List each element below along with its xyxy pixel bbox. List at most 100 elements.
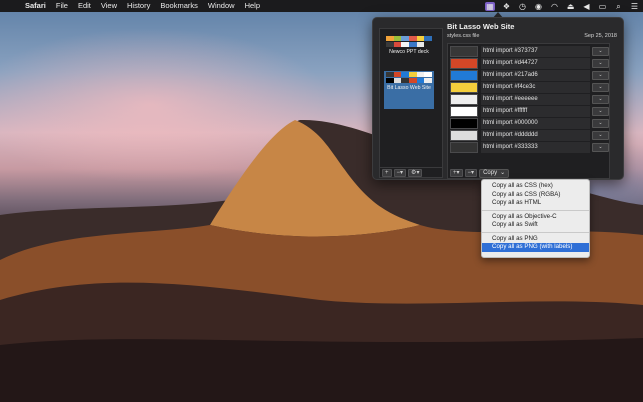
color-label[interactable]: html import #217ad6: [481, 70, 590, 81]
menu-app-name[interactable]: Safari: [20, 0, 51, 12]
add-color-button[interactable]: +▾: [450, 169, 463, 177]
eject-icon[interactable]: ⏏: [566, 2, 575, 11]
doc-card-newco[interactable]: Newco PPT deck: [384, 35, 434, 65]
color-picker-dropdown[interactable]: ⌄: [592, 107, 609, 116]
color-label[interactable]: html import #d44727: [481, 58, 590, 69]
color-row[interactable]: html import #eeeeee ⌄: [450, 94, 609, 105]
remove-document-button[interactable]: −▾: [393, 168, 407, 177]
doc-name: Bit Lasso Web Site: [387, 85, 431, 91]
add-document-button[interactable]: +: [382, 168, 392, 177]
color-row[interactable]: html import #dddddd ⌄: [450, 130, 609, 141]
doc-name: Newco PPT deck: [389, 49, 429, 55]
color-chip[interactable]: [450, 70, 478, 81]
color-row[interactable]: html import #ffffff ⌄: [450, 106, 609, 117]
menu-item-copy-css-rgba[interactable]: Copy all as CSS (RGBA): [482, 191, 589, 200]
swatch-cell: [393, 72, 402, 77]
color-picker-dropdown[interactable]: ⌄: [592, 95, 609, 104]
palette-title: Bit Lasso Web Site: [447, 22, 515, 31]
menu-bookmarks[interactable]: Bookmarks: [155, 0, 203, 12]
swatch-cell: [416, 36, 425, 41]
menu-view[interactable]: View: [96, 0, 122, 12]
swatch-cell: [401, 72, 410, 77]
menu-item-copy-png-labels[interactable]: Copy all as PNG (with labels): [482, 243, 589, 252]
dropbox-icon[interactable]: ❖: [502, 2, 511, 11]
swatch-cell: [424, 36, 433, 41]
doc-card-bit-lasso[interactable]: Bit Lasso Web Site: [384, 71, 434, 109]
color-label[interactable]: html import #000000: [481, 118, 590, 129]
palette-toolbar: +▾ −▾ Copy ⌄: [448, 168, 609, 178]
color-label[interactable]: html import #eeeeee: [481, 94, 590, 105]
lasso-app-icon[interactable]: ▦: [485, 1, 495, 11]
swatch-cell: [416, 41, 425, 47]
time-machine-icon[interactable]: ◷: [518, 2, 527, 11]
notification-center-icon[interactable]: ☰: [630, 2, 639, 11]
menu-history[interactable]: History: [122, 0, 155, 12]
color-label[interactable]: html import #dddddd: [481, 130, 590, 141]
swatch-cell: [409, 36, 417, 41]
sidebar-toolbar: + −▾ ⚙▾: [380, 167, 442, 177]
color-list: html import #373737 ⌄ html import #d4472…: [447, 43, 610, 179]
chevron-down-icon: ▾: [471, 170, 475, 176]
color-row[interactable]: html import #d44727 ⌄: [450, 58, 609, 69]
color-label[interactable]: html import #ffffff: [481, 106, 590, 117]
wifi-icon[interactable]: ◠: [550, 2, 559, 11]
color-chip[interactable]: [450, 58, 478, 69]
palette-popover: Newco PPT deck Bit Lasso Web Site + −▾ ⚙…: [372, 17, 624, 180]
swatch-cell: [409, 72, 417, 77]
menu-help[interactable]: Help: [240, 0, 265, 12]
color-label[interactable]: html import #373737: [481, 46, 590, 57]
color-picker-dropdown[interactable]: ⌄: [592, 83, 609, 92]
volume-icon[interactable]: ◀: [582, 2, 591, 11]
color-chip[interactable]: [450, 118, 478, 129]
swatch-cell: [409, 41, 417, 47]
color-chip[interactable]: [450, 106, 478, 117]
color-picker-dropdown[interactable]: ⌄: [592, 143, 609, 152]
chevron-down-icon: ⌄: [500, 169, 506, 176]
color-picker-dropdown[interactable]: ⌄: [592, 47, 609, 56]
color-picker-dropdown[interactable]: ⌄: [592, 71, 609, 80]
color-label[interactable]: html import #333333: [481, 142, 590, 153]
spotlight-icon[interactable]: ⌕: [614, 2, 623, 11]
swatch-cell: [416, 77, 425, 83]
menu-item-copy-objective-c[interactable]: Copy all as Objective-C: [482, 213, 589, 222]
document-settings-button[interactable]: ⚙▾: [408, 168, 423, 177]
color-picker-dropdown[interactable]: ⌄: [592, 59, 609, 68]
copy-button[interactable]: Copy ⌄: [479, 168, 510, 178]
document-sidebar: Newco PPT deck Bit Lasso Web Site + −▾ ⚙…: [379, 28, 443, 178]
color-row[interactable]: html import #f4ce3c ⌄: [450, 82, 609, 93]
color-row[interactable]: html import #333333 ⌄: [450, 142, 609, 153]
color-chip[interactable]: [450, 46, 478, 57]
color-row[interactable]: html import #373737 ⌄: [450, 46, 609, 57]
swatch-cell: [393, 77, 402, 83]
menu-separator: [482, 231, 589, 233]
menu-edit[interactable]: Edit: [73, 0, 96, 12]
color-chip[interactable]: [450, 130, 478, 141]
color-chip[interactable]: [450, 94, 478, 105]
swatch-cell: [386, 72, 394, 77]
color-row[interactable]: html import #000000 ⌄: [450, 118, 609, 129]
swatch-cell: [424, 41, 433, 47]
remove-color-button[interactable]: −▾: [464, 169, 478, 177]
color-label[interactable]: html import #f4ce3c: [481, 82, 590, 93]
color-chip[interactable]: [450, 142, 478, 153]
swatch-cell: [409, 77, 417, 83]
eye-icon[interactable]: ◉: [534, 2, 543, 11]
swatch-cell: [393, 41, 402, 47]
palette-date: Sep 25, 2018: [584, 33, 617, 39]
menu-file[interactable]: File: [51, 0, 73, 12]
color-row[interactable]: html import #217ad6 ⌄: [450, 70, 609, 81]
color-picker-dropdown[interactable]: ⌄: [592, 131, 609, 140]
color-picker-dropdown[interactable]: ⌄: [592, 119, 609, 128]
menu-item-copy-swift[interactable]: Copy all as Swift: [482, 221, 589, 230]
menu-window[interactable]: Window: [203, 0, 240, 12]
menu-item-copy-html[interactable]: Copy all as HTML: [482, 199, 589, 208]
menu-bar: Safari File Edit View History Bookmarks …: [0, 0, 643, 12]
chevron-down-icon: ▾: [456, 170, 460, 176]
color-chip[interactable]: [450, 82, 478, 93]
menu-item-copy-css-hex[interactable]: Copy all as CSS (hex): [482, 182, 589, 191]
airplay-icon[interactable]: ▭: [598, 2, 607, 11]
swatch-cell: [386, 77, 394, 83]
menu-item-copy-png[interactable]: Copy all as PNG: [482, 235, 589, 244]
copy-menu: Copy all as CSS (hex) Copy all as CSS (R…: [481, 179, 590, 258]
doc-swatch-preview: [386, 36, 433, 47]
